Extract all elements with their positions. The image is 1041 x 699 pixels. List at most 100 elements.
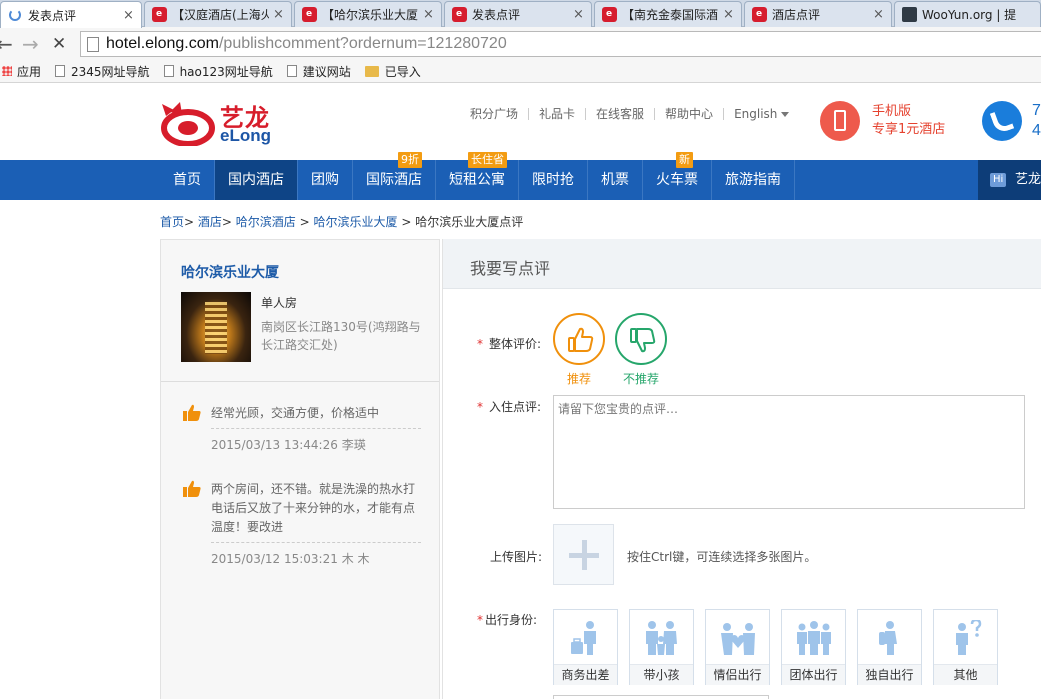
browser-tab-title: 【哈尔滨乐业大厦 [322, 8, 419, 22]
telephone-icon [982, 101, 1022, 141]
hotel-name-link[interactable]: 哈尔滨乐业大厦 [181, 262, 279, 282]
nav-group-buy[interactable]: 团购 [298, 160, 353, 200]
close-tab-icon[interactable]: × [723, 7, 735, 22]
nav-label: 团购 [311, 172, 339, 188]
plus-icon-bar [569, 553, 599, 558]
mobile-promo[interactable]: 手机版 专享1元酒店 [872, 103, 945, 139]
next-field-input[interactable] [553, 695, 769, 699]
identity-pic [782, 610, 845, 664]
elong-logo[interactable]: 艺龙 eLong [160, 98, 280, 148]
new-badge: 新 [676, 152, 693, 168]
forward-arrow-icon[interactable]: → [22, 32, 39, 56]
bookmark-hao123[interactable]: hao123网址导航 [163, 63, 273, 80]
bookmark-2345[interactable]: 2345网址导航 [55, 63, 150, 80]
divider [211, 428, 421, 429]
close-tab-icon[interactable]: × [423, 7, 435, 22]
language-switcher[interactable]: English [734, 107, 790, 121]
bookmark-suggested[interactable]: 建议网站 [286, 63, 351, 80]
back-arrow-icon[interactable]: ← [0, 32, 13, 56]
nav-label: 国内酒店 [228, 172, 284, 188]
bookmark-imported[interactable]: 已导入 [364, 63, 421, 80]
form-header: 我要写点评 [443, 239, 1041, 289]
breadcrumb-harbin-hotels[interactable]: 哈尔滨酒店 [236, 215, 296, 229]
stop-loading-icon[interactable]: ✕ [52, 34, 66, 54]
identity-solo[interactable]: 独自出行 [857, 609, 922, 685]
browser-tab-5[interactable]: e 【南充金泰国际酒 × [594, 1, 742, 27]
overall-rating-label: * 整体评价: [477, 335, 541, 352]
bookmark-label: 建议网站 [302, 64, 351, 79]
address-bar[interactable]: hotel.elong.com/publishcomment?ordernum=… [80, 31, 1041, 57]
browser-tab-6[interactable]: e 酒店点评 × [744, 1, 892, 27]
nav-domestic-hotels[interactable]: 国内酒店 [215, 160, 298, 200]
page-icon [163, 65, 174, 77]
recommend-button[interactable] [553, 313, 605, 365]
user-greeting[interactable]: Hi 艺龙 [978, 160, 1041, 200]
review-date: 2015/03/13 13:44:26 [211, 438, 338, 452]
write-review-form: 我要写点评 * 整体评价: 推荐 不推荐 * 入住点评: 上传图片: 按住Ctrl键… [442, 239, 1041, 699]
close-tab-icon[interactable]: × [873, 7, 885, 22]
url-path: /publishcomment?ordernum=121280720 [218, 35, 507, 52]
main-nav: 首页 国内酒店 团购 9折 国际酒店 长住省 短租公寓 限时抢 机票 新 火车票… [0, 152, 1041, 200]
divider [654, 107, 656, 120]
hotel-photo[interactable] [181, 292, 251, 362]
nav-train-tickets[interactable]: 新 火车票 [643, 152, 712, 200]
review-item: 两个房间，还不错。就是洗澡的热水打电话后又放了十来分钟的水，才能有点温度！要改进… [183, 480, 423, 570]
family-with-kids-icon [646, 621, 677, 655]
nav-flash-sale[interactable]: 限时抢 [519, 160, 588, 200]
discount-badge: 9折 [398, 152, 422, 168]
close-tab-icon[interactable]: × [123, 8, 135, 23]
elong-icon: e [451, 7, 467, 23]
identity-group[interactable]: 团体出行 [781, 609, 846, 685]
identity-couple[interactable]: 情侣出行 [705, 609, 770, 685]
dragon-logo-icon [161, 102, 215, 146]
other-question-icon [956, 620, 982, 655]
link-help-center[interactable]: 帮助中心 [665, 105, 713, 122]
room-type: 单人房 [261, 296, 298, 310]
breadcrumb-home[interactable]: 首页 [160, 215, 184, 229]
identity-pic [934, 610, 997, 664]
site-header: 艺龙 eLong 积分广场 礼品卡 在线客服 帮助中心 English 手机版 … [0, 84, 1041, 160]
recommend-label[interactable]: 推荐 [567, 370, 591, 387]
business-traveler-icon [571, 621, 596, 655]
browser-tab-4[interactable]: e 发表点评 × [444, 1, 592, 27]
nav-short-rent[interactable]: 长住省 短租公寓 [436, 152, 519, 200]
upload-image-button[interactable] [553, 524, 614, 585]
nav-international-hotels[interactable]: 9折 国际酒店 [353, 152, 436, 200]
mobile-phone-icon[interactable] [820, 101, 860, 141]
nav-travel-guide[interactable]: 旅游指南 [712, 160, 795, 200]
nav-home[interactable]: 首页 [160, 160, 215, 200]
close-tab-icon[interactable]: × [273, 7, 285, 22]
divider [528, 107, 530, 120]
review-author: 李瑛 [341, 438, 366, 452]
not-recommend-label[interactable]: 不推荐 [623, 370, 659, 387]
browser-tab-title: WooYun.org | 提 [922, 8, 1017, 22]
browser-tab-2[interactable]: e 【汉庭酒店(上海火 × [144, 1, 292, 27]
identity-with-kids[interactable]: 带小孩 [629, 609, 694, 685]
link-gift-card[interactable]: 礼品卡 [539, 105, 575, 122]
identity-label: * 出行身份: [477, 611, 537, 628]
elong-icon: e [601, 7, 617, 23]
link-online-service[interactable]: 在线客服 [596, 105, 644, 122]
close-tab-icon[interactable]: × [573, 7, 585, 22]
browser-tab-title: 发表点评 [28, 8, 77, 23]
breadcrumb-hotel[interactable]: 哈尔滨乐业大厦 [313, 215, 397, 229]
bookmark-apps[interactable]: 应用 [2, 63, 41, 80]
browser-tab-7[interactable]: WooYun.org | 提 [894, 1, 1041, 27]
nav-label: 旅游指南 [725, 172, 781, 188]
bookmarks-bar: 应用 2345网址导航 hao123网址导航 建议网站 已导入 [0, 60, 1041, 83]
browser-tab-3[interactable]: e 【哈尔滨乐业大厦 × [294, 1, 442, 27]
top-links: 积分广场 礼品卡 在线客服 帮助中心 English [470, 105, 790, 122]
nav-flights[interactable]: 机票 [588, 160, 643, 200]
browser-tab-1[interactable]: 发表点评 × [0, 1, 142, 28]
identity-business[interactable]: 商务出差 [553, 609, 618, 685]
breadcrumb-hotels[interactable]: 酒店 [198, 215, 222, 229]
comment-textarea[interactable] [553, 395, 1025, 509]
identity-other[interactable]: 其他 [933, 609, 998, 685]
hotline-line-2: 4 [1032, 122, 1041, 139]
link-points-mall[interactable]: 积分广场 [470, 105, 518, 122]
field-label: 出行身份: [485, 613, 538, 627]
not-recommend-button[interactable] [615, 313, 667, 365]
group-travel-icon [797, 621, 831, 655]
bookmark-label: 2345网址导航 [71, 64, 150, 79]
identity-pic [706, 610, 769, 664]
